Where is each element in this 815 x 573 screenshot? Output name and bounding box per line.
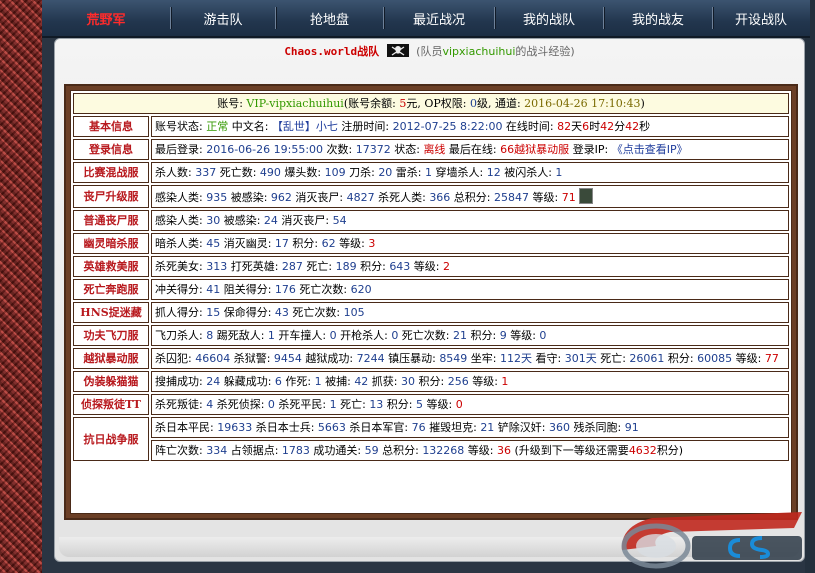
table-row: 功夫飞刀服 飞刀杀人: 8 踢死敌人: 1 开车撞人: 0 开枪杀人: 0 死亡… [73,325,789,346]
row-value: 账号状态: 正常 中文名: 【乱世】小七 注册时间: 2012-07-25 8:… [151,116,789,137]
row-label: 比赛混战服 [73,162,149,183]
member-name: vipxiachuihui [442,45,516,58]
stats-table: 账号: VIP-vipxiachuihui(账号余额: 5元, OP权限: 0级… [71,91,791,463]
table-row: 普通丧尸服 感染人类: 30 被感染: 24 消灭丧尸: 54 [73,210,789,231]
row-label: 幽灵暗杀服 [73,233,149,254]
row-value: 杀人数: 337 死亡数: 490 爆头数: 109 刀杀: 20 雷杀: 1 … [151,162,789,183]
row-value: 杀囚犯: 46604 杀狱警: 9454 越狱成功: 7244 镇压暴动: 85… [151,348,789,369]
row-value: 阵亡次数: 334 占领据点: 1783 成功通关: 59 总积分: 13226… [151,440,789,461]
table-row: 伪装躲猫猫 搜捕成功: 24 躲藏成功: 6 作死: 1 被捕: 42 抓获: … [73,371,789,392]
channel-date: 2016-04-26 17:10:43 [524,97,641,110]
table-row: 幽灵暗杀服 暗杀人类: 45 消灭幽灵: 17 积分: 62 等级: 3 [73,233,789,254]
view-ip-link[interactable]: 《点击查看IP》 [612,143,688,156]
table-row: 丧尸升级服 感染人类: 935 被感染: 962 消灭丧尸: 4827 杀死人类… [73,185,789,208]
table-row: 侦探叛徒TT 杀死叛徒: 4 杀死侦探: 0 杀死平民: 1 死亡: 13 积分… [73,394,789,415]
nav-my-friends[interactable]: 我的战友 [604,0,712,36]
row-value: 暗杀人类: 45 消灭幽灵: 17 积分: 62 等级: 3 [151,233,789,254]
row-label: 伪装躲猫猫 [73,371,149,392]
row-value: 杀死美女: 313 打死英雄: 287 死亡: 189 积分: 643 等级: … [151,256,789,277]
table-row: 阵亡次数: 334 占领据点: 1783 成功通关: 59 总积分: 13226… [73,440,789,461]
account-row: 账号: VIP-vipxiachuihui(账号余额: 5元, OP权限: 0级… [73,93,789,114]
content-frame: Chaos.world战队 (队员vipxiachuihui的战斗经验) 账号:… [54,38,805,562]
team-name[interactable]: Chaos.world [284,45,357,58]
stats-inner: 账号: VIP-vipxiachuihui(账号余额: 5元, OP权限: 0级… [70,90,792,514]
decorative-left-strip [0,0,42,573]
nav-create-team[interactable]: 开设战队 [713,0,809,36]
nav-grab-territory[interactable]: 抢地盘 [276,0,383,36]
table-row: 抗日战争服 杀日本平民: 19633 杀日本士兵: 5663 杀日本军官: 76… [73,417,789,461]
row-label: 登录信息 [73,139,149,160]
table-row: 比赛混战服 杀人数: 337 死亡数: 490 爆头数: 109 刀杀: 20 … [73,162,789,183]
table-row: 英雄救美服 杀死美女: 313 打死英雄: 287 死亡: 189 积分: 64… [73,256,789,277]
table-row: 死亡奔跑服 冲关得分: 41 阻关得分: 176 死亡次数: 620 [73,279,789,300]
rank-avatar-icon [579,188,594,204]
row-label: 抗日战争服 [73,417,149,461]
row-value: 抓人得分: 15 保命得分: 43 死亡次数: 105 [151,302,789,323]
table-row: 基本信息 账号状态: 正常 中文名: 【乱世】小七 注册时间: 2012-07-… [73,116,789,137]
top-navigation: 荒野军 游击队 抢地盘 最近战况 我的战队 我的战友 开设战队 [42,0,810,38]
banner-prefix: (队员 [416,45,443,58]
row-label: 越狱暴动服 [73,348,149,369]
account-label: 账号: [217,97,247,110]
table-row: 登录信息 最后登录: 2016-06-26 19:55:00 次数: 17372… [73,139,789,160]
row-value: 杀死叛徒: 4 杀死侦探: 0 杀死平民: 1 死亡: 13 积分: 5 等级:… [151,394,789,415]
nav-guerrilla[interactable]: 游击队 [171,0,275,36]
row-value: 最后登录: 2016-06-26 19:55:00 次数: 17372 状态: … [151,139,789,160]
row-label: 死亡奔跑服 [73,279,149,300]
account-text: ) [640,97,645,110]
row-value: 杀日本平民: 19633 杀日本士兵: 5663 杀日本军官: 76 摧毁坦克:… [151,417,789,438]
row-value: 搜捕成功: 24 躲藏成功: 6 作死: 1 被捕: 42 抓获: 30 积分:… [151,371,789,392]
account-text: 级, 通道: [476,97,525,110]
stats-board: 账号: VIP-vipxiachuihui(账号余额: 5元, OP权限: 0级… [64,84,798,520]
account-status: 正常 [206,120,229,133]
frame-bottom-bar [59,537,800,557]
op-level: 0 [469,97,477,110]
nav-my-team[interactable]: 我的战队 [495,0,603,36]
row-label: 侦探叛徒TT [73,394,149,415]
team-banner: Chaos.world战队 (队员vipxiachuihui的战斗经验) [55,43,804,63]
nav-recent-battles[interactable]: 最近战况 [384,0,494,36]
row-value: 感染人类: 30 被感染: 24 消灭丧尸: 54 [151,210,789,231]
row-label: HNS捉迷藏 [73,302,149,323]
chinese-name: 【乱世】小七 [271,120,338,133]
row-value: 冲关得分: 41 阻关得分: 176 死亡次数: 620 [151,279,789,300]
nav-wilderness[interactable]: 荒野军 [42,0,170,36]
team-suffix: 战队 [357,45,380,58]
row-label: 丧尸升级服 [73,185,149,208]
table-row: HNS捉迷藏 抓人得分: 15 保命得分: 43 死亡次数: 105 [73,302,789,323]
account-id: VIP-vipxiachuihui [246,97,344,110]
row-label: 英雄救美服 [73,256,149,277]
row-value: 感染人类: 935 被感染: 962 消灭丧尸: 4827 杀死人类: 366 … [151,185,789,208]
account-header: 账号: VIP-vipxiachuihui(账号余额: 5元, OP权限: 0级… [73,93,789,114]
row-label: 普通丧尸服 [73,210,149,231]
row-value: 飞刀杀人: 8 踢死敌人: 1 开车撞人: 0 开枪杀人: 0 死亡次数: 21… [151,325,789,346]
row-label: 功夫飞刀服 [73,325,149,346]
account-text: 元, OP权限: [406,97,470,110]
banner-suffix: 的战斗经验) [515,45,575,58]
account-text: (账号余额: [343,97,400,110]
table-row: 越狱暴动服 杀囚犯: 46604 杀狱警: 9454 越狱成功: 7244 镇压… [73,348,789,369]
right-edge [805,0,815,573]
row-label: 基本信息 [73,116,149,137]
pirate-flag-icon [386,44,409,57]
